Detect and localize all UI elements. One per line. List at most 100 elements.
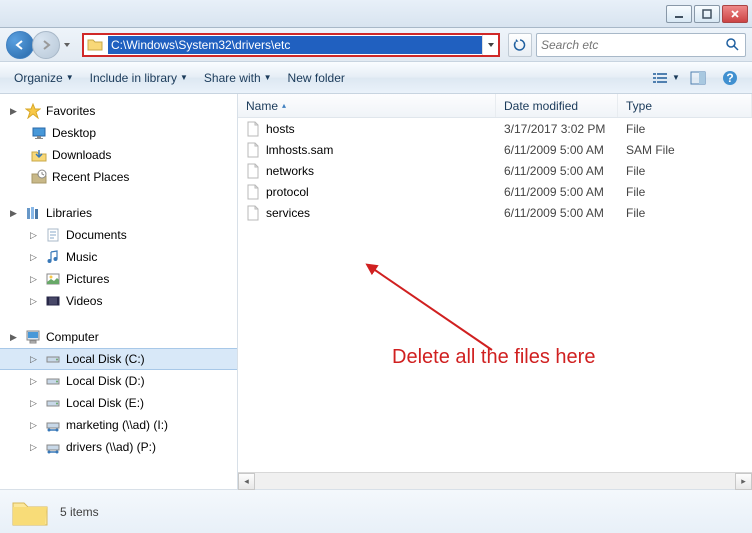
- file-date-cell: 6/11/2009 5:00 AM: [496, 164, 618, 178]
- music-icon: [44, 248, 62, 266]
- sidebar-item-recent[interactable]: Recent Places: [0, 166, 237, 188]
- column-header-name[interactable]: Name ▴: [238, 94, 496, 117]
- expand-icon: ▷: [30, 398, 40, 409]
- tree-item-label: drivers (\\ad) (P:): [66, 440, 156, 454]
- file-date-cell: 6/11/2009 5:00 AM: [496, 206, 618, 220]
- chevron-down-icon: ▼: [180, 73, 188, 82]
- sidebar-item-desktop[interactable]: Desktop: [0, 122, 237, 144]
- sidebar-item-videos[interactable]: ▷Videos: [0, 290, 237, 312]
- folder-icon: [87, 36, 105, 54]
- maximize-button[interactable]: [694, 5, 720, 23]
- navigation-bar: C:\Windows\System32\drivers\etc: [0, 28, 752, 62]
- command-bar: Organize▼ Include in library▼ Share with…: [0, 62, 752, 94]
- scroll-left-button[interactable]: ◂: [238, 473, 255, 490]
- back-button[interactable]: [6, 31, 34, 59]
- sidebar-item-downloads[interactable]: Downloads: [0, 144, 237, 166]
- column-headers: Name ▴ Date modified Type: [238, 94, 752, 118]
- organize-menu[interactable]: Organize▼: [8, 67, 80, 89]
- file-icon: [246, 184, 262, 200]
- sidebar-item-drivers[interactable]: ▷ drivers (\\ad) (P:): [0, 436, 237, 458]
- chevron-down-icon: ▼: [66, 73, 74, 82]
- computer-label: Computer: [46, 330, 99, 344]
- address-bar[interactable]: C:\Windows\System32\drivers\etc: [82, 33, 500, 57]
- view-options-button[interactable]: ▼: [652, 66, 680, 90]
- navigation-pane[interactable]: ▶ Favorites Desktop Downloads Recent Pla…: [0, 94, 238, 489]
- folder-icon: [10, 495, 50, 529]
- status-item-count: 5 items: [60, 505, 99, 519]
- main-area: ▶ Favorites Desktop Downloads Recent Pla…: [0, 94, 752, 489]
- file-type-cell: File: [618, 206, 752, 220]
- forward-button[interactable]: [32, 31, 60, 59]
- sidebar-item-marketing[interactable]: ▷marketing (\\ad) (I:): [0, 414, 237, 436]
- file-row[interactable]: protocol6/11/2009 5:00 AMFile: [238, 181, 752, 202]
- column-header-date[interactable]: Date modified: [496, 94, 618, 117]
- new-folder-button[interactable]: New folder: [282, 67, 351, 89]
- sidebar-item-local-c[interactable]: ▷ Local Disk (C:): [0, 348, 237, 370]
- expand-icon: ▷: [30, 274, 40, 285]
- desktop-icon: [30, 124, 48, 142]
- file-type-cell: File: [618, 122, 752, 136]
- file-list[interactable]: hosts3/17/2017 3:02 PMFilelmhosts.sam6/1…: [238, 118, 752, 472]
- history-dropdown[interactable]: [60, 31, 74, 59]
- column-label: Type: [626, 99, 652, 113]
- address-path[interactable]: C:\Windows\System32\drivers\etc: [108, 36, 482, 54]
- file-row[interactable]: lmhosts.sam6/11/2009 5:00 AMSAM File: [238, 139, 752, 160]
- libraries-label: Libraries: [46, 206, 92, 220]
- sidebar-item-pictures[interactable]: ▷Pictures: [0, 268, 237, 290]
- collapse-icon: ▶: [10, 208, 20, 219]
- expand-icon: ▷: [30, 376, 40, 387]
- file-name-cell: protocol: [238, 184, 496, 200]
- column-label: Date modified: [504, 99, 578, 113]
- tree-item-label: Local Disk (D:): [66, 374, 145, 388]
- column-label: Name: [246, 99, 278, 113]
- search-input[interactable]: [541, 38, 725, 52]
- sidebar-item-local-e[interactable]: ▷ Local Disk (E:): [0, 392, 237, 414]
- sort-indicator-icon: ▴: [282, 101, 286, 110]
- file-name-cell: lmhosts.sam: [238, 142, 496, 158]
- file-name-cell: services: [238, 205, 496, 221]
- refresh-button[interactable]: [508, 33, 532, 57]
- tree-item-label: Local Disk (E:): [66, 396, 144, 410]
- horizontal-scrollbar[interactable]: ◂ ▸: [238, 472, 752, 489]
- share-with-menu[interactable]: Share with▼: [198, 67, 278, 89]
- sidebar-item-local-d[interactable]: ▷ Local Disk (D:): [0, 370, 237, 392]
- file-icon: [246, 163, 262, 179]
- libraries-icon: [24, 204, 42, 222]
- network-drive-icon: [44, 416, 62, 434]
- minimize-button[interactable]: [666, 5, 692, 23]
- file-row[interactable]: networks6/11/2009 5:00 AMFile: [238, 160, 752, 181]
- computer-group[interactable]: ▶ Computer: [0, 326, 237, 348]
- collapse-icon: ▶: [10, 332, 20, 343]
- libraries-group[interactable]: ▶ Libraries: [0, 202, 237, 224]
- column-header-type[interactable]: Type: [618, 94, 752, 117]
- expand-icon: ▷: [30, 442, 40, 453]
- tree-item-label: Local Disk (C:): [66, 352, 145, 366]
- sidebar-item-documents[interactable]: ▷Documents: [0, 224, 237, 246]
- preview-pane-button[interactable]: [684, 66, 712, 90]
- sidebar-item-music[interactable]: ▷Music: [0, 246, 237, 268]
- scroll-right-button[interactable]: ▸: [735, 473, 752, 490]
- file-icon: [246, 142, 262, 158]
- pictures-icon: [44, 270, 62, 288]
- tree-item-label: Desktop: [52, 126, 96, 140]
- file-name-cell: networks: [238, 163, 496, 179]
- file-row[interactable]: services6/11/2009 5:00 AMFile: [238, 202, 752, 223]
- search-box[interactable]: [536, 33, 746, 57]
- include-library-menu[interactable]: Include in library▼: [84, 67, 194, 89]
- expand-icon: ▷: [30, 230, 40, 241]
- documents-icon: [44, 226, 62, 244]
- favorites-label: Favorites: [46, 104, 95, 118]
- favorites-group[interactable]: ▶ Favorites: [0, 100, 237, 122]
- recent-icon: [30, 168, 48, 186]
- network-drive-icon: [44, 438, 62, 456]
- file-row[interactable]: hosts3/17/2017 3:02 PMFile: [238, 118, 752, 139]
- file-date-cell: 6/11/2009 5:00 AM: [496, 185, 618, 199]
- tree-item-label: Videos: [66, 294, 102, 308]
- expand-icon: ▷: [30, 420, 40, 431]
- address-dropdown[interactable]: [482, 35, 498, 55]
- help-button[interactable]: ?: [716, 66, 744, 90]
- tree-item-label: Music: [66, 250, 97, 264]
- file-icon: [246, 205, 262, 221]
- expand-icon: ▷: [30, 354, 40, 365]
- close-button[interactable]: [722, 5, 748, 23]
